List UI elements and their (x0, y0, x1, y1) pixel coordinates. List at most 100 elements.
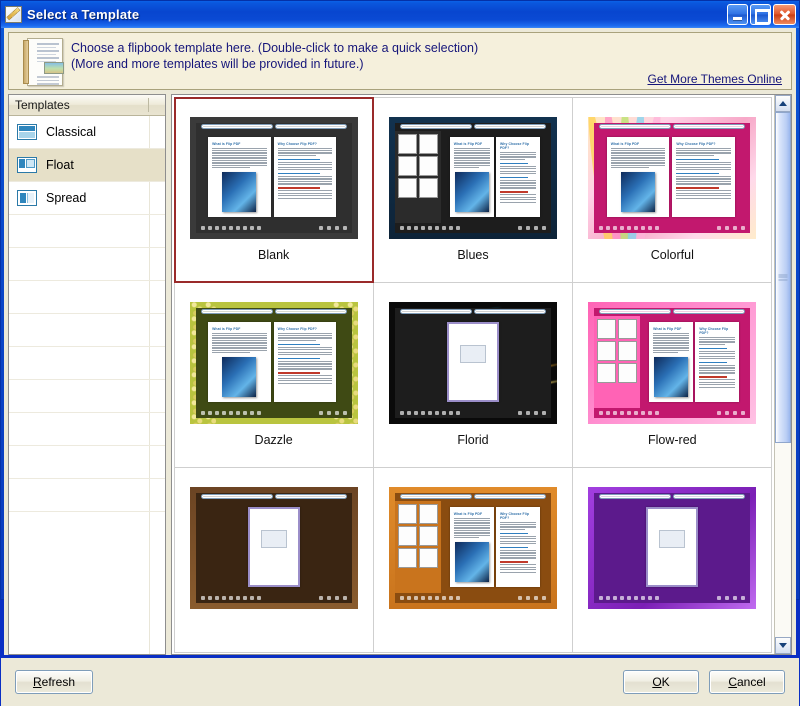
preview-toolbar (395, 308, 551, 316)
template-cell[interactable]: What is Flip PDF Why Choose Flip PDF? Blan… (173, 96, 374, 283)
layout-float-icon (17, 157, 37, 173)
column-separator[interactable] (148, 98, 149, 112)
preview-toolbar (594, 493, 750, 501)
preview-stage: What is Flip PDF Why Choose Flip PDF? (441, 501, 551, 593)
template-cell[interactable]: What is Flip PDF Why Choose Flip PDF? Dazz… (173, 281, 374, 468)
templates-column-header-label: Templates (15, 98, 70, 112)
refresh-label: efresh (41, 675, 76, 689)
layout-spread-icon (17, 190, 37, 206)
preview-cover-page (446, 321, 499, 402)
sidebar-item-float[interactable]: Float (9, 149, 165, 182)
template-label: Colorful (650, 247, 694, 262)
preview-page: Why Choose Flip PDF? (273, 321, 337, 402)
sidebar-empty-row (9, 380, 165, 413)
template-cell[interactable] (173, 466, 374, 653)
preview-cover-page (247, 506, 300, 587)
template-preview: What is Flip PDF Why Choose Flip PDF? (588, 301, 757, 424)
preview-viewer-chrome: What is Flip PDF Why Choose Flip PDF? (195, 307, 352, 418)
preview-toolbar (594, 123, 750, 131)
preview-page: Why Choose Flip PDF? (495, 506, 540, 587)
templates-grid: What is Flip PDF Why Choose Flip PDF? Blan… (173, 96, 773, 653)
template-cell[interactable] (572, 466, 773, 653)
preview-page: Why Choose Flip PDF? (273, 136, 337, 217)
template-cell[interactable]: What is Flip PDF Why Choose Flip PDF? (372, 466, 574, 653)
template-cell[interactable]: Florid (372, 281, 574, 468)
preview-viewer-chrome: What is Flip PDF Why Choose Flip PDF? (394, 122, 551, 233)
template-label: Dazzle (254, 432, 293, 447)
template-preview (588, 486, 757, 609)
dialog-body: Templates Classical Float Spread What is F… (8, 94, 792, 655)
preview-page: What is Flip PDF (449, 136, 494, 217)
preview-viewer-chrome: What is Flip PDF Why Choose Flip PDF? (195, 122, 352, 233)
minimize-button[interactable] (727, 4, 748, 25)
preview-page: Why Choose Flip PDF? (695, 321, 740, 402)
book-cover-image (620, 172, 655, 213)
preview-toolbar (196, 308, 352, 316)
chevron-down-icon (779, 643, 787, 648)
template-preview (189, 486, 358, 609)
preview-toolbar (196, 493, 352, 501)
book-cover-image (222, 172, 257, 213)
preview-viewer-chrome: What is Flip PDF Why Choose Flip PDF? (594, 307, 751, 418)
get-more-themes-link[interactable]: Get More Themes Online (647, 72, 782, 86)
scroll-grip-icon (778, 273, 788, 282)
sidebar-item-spread[interactable]: Spread (9, 182, 165, 215)
scroll-up-button[interactable] (775, 95, 791, 112)
scroll-down-button[interactable] (775, 637, 791, 654)
template-label: Flow-red (648, 432, 697, 447)
chevron-up-icon (779, 101, 787, 106)
scroll-thumb[interactable] (775, 112, 791, 443)
minimize-icon (728, 5, 747, 24)
preview-page: What is Flip PDF (449, 506, 494, 587)
info-banner: Choose a flipbook template here. (Double… (8, 32, 792, 90)
sidebar-item-label: Classical (46, 125, 97, 139)
preview-stage: What is Flip PDF Why Choose Flip PDF? (196, 131, 352, 223)
maximize-button[interactable] (750, 4, 771, 25)
preview-page: What is Flip PDF (606, 136, 670, 217)
book-cover-image (654, 357, 689, 398)
gallery-vertical-scrollbar[interactable] (774, 95, 791, 654)
preview-thumbnail-panel (594, 315, 641, 408)
refresh-button[interactable]: Refresh (15, 670, 93, 694)
template-preview (388, 301, 557, 424)
sidebar-item-label: Float (46, 158, 74, 172)
preview-stage (594, 501, 750, 593)
templates-column-header[interactable]: Templates (9, 95, 165, 116)
cancel-label: ancel (736, 675, 766, 689)
template-preview: What is Flip PDF Why Choose Flip PDF? (388, 116, 557, 239)
template-label: Florid (457, 432, 489, 447)
preview-viewer-chrome (195, 492, 352, 603)
template-cell[interactable]: What is Flip PDF Why Choose Flip PDF? Flow… (572, 281, 773, 468)
book-cover-image (454, 172, 489, 213)
preview-page: What is Flip PDF (208, 321, 271, 402)
document-page-icon (23, 38, 64, 86)
preview-page: What is Flip PDF (649, 321, 694, 402)
sidebar-item-classical[interactable]: Classical (9, 116, 165, 149)
template-cell[interactable]: What is Flip PDF Why Choose Flip PDF? Blue… (372, 96, 574, 283)
close-button[interactable] (773, 4, 796, 25)
preview-viewer-chrome (394, 307, 551, 418)
preview-page: Why Choose Flip PDF? (672, 136, 735, 217)
title-bar[interactable]: Select a Template (1, 1, 799, 28)
preview-stage: What is Flip PDF Why Choose Flip PDF? (594, 131, 750, 223)
window-title: Select a Template (27, 7, 140, 22)
sidebar-item-label: Spread (46, 191, 87, 205)
sidebar-empty-row (9, 281, 165, 314)
preview-toolbar (594, 308, 750, 316)
sidebar-empty-row (9, 314, 165, 347)
template-preview: What is Flip PDF Why Choose Flip PDF? (189, 301, 358, 424)
category-rows: Classical Float Spread (9, 116, 165, 654)
refresh-accel: R (32, 675, 42, 689)
cancel-button[interactable]: Cancel (709, 670, 785, 694)
template-cell[interactable]: What is Flip PDF Why Choose Flip PDF? Colo… (572, 96, 773, 283)
ok-button[interactable]: OK (623, 670, 699, 694)
preview-cover-page (646, 506, 699, 587)
sidebar-empty-row (9, 248, 165, 281)
preview-thumbnail-panel (394, 500, 441, 593)
preview-stage: What is Flip PDF Why Choose Flip PDF? (196, 316, 352, 408)
preview-bottom-toolbar (594, 593, 750, 603)
preview-toolbar (395, 493, 551, 501)
preview-toolbar (196, 123, 352, 131)
sidebar-empty-row (9, 413, 165, 446)
scroll-track[interactable] (775, 112, 791, 637)
